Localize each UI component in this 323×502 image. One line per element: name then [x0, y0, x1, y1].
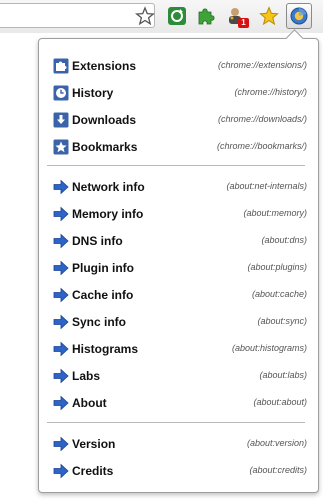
menu-item-url: (about:about) — [253, 397, 307, 407]
menu-item-label: Memory info — [72, 207, 144, 221]
gold-star-extension-icon[interactable] — [258, 5, 280, 27]
menu-item-url: (about:net-internals) — [226, 181, 307, 191]
menu-item-dns-info[interactable]: DNS info (about:dns) — [51, 231, 307, 253]
menu-item-url: (about:version) — [246, 438, 307, 448]
arrow-icon — [53, 463, 69, 479]
bookmark-star-icon[interactable] — [134, 5, 156, 27]
menu-item-about[interactable]: About (about:about) — [51, 393, 307, 415]
star-icon — [53, 139, 69, 155]
puzzle-icon — [53, 58, 69, 74]
menu-item-label: Cache info — [72, 288, 134, 302]
menu-item-url: (about:sync) — [257, 316, 307, 326]
menu-item-label: Downloads — [72, 113, 137, 127]
menu-item-url: (about:memory) — [243, 208, 307, 218]
menu-item-url: (about:dns) — [261, 235, 307, 245]
menu-item-histograms[interactable]: Histograms (about:histograms) — [51, 339, 307, 361]
arrow-icon — [53, 395, 69, 411]
menu-item-plugin-info[interactable]: Plugin info (about:plugins) — [51, 258, 307, 280]
menu-item-credits[interactable]: Credits (about:credits) — [51, 461, 307, 483]
download-icon — [53, 112, 69, 128]
menu-item-label: Network info — [72, 180, 145, 194]
menu-item-version[interactable]: Version (about:version) — [51, 434, 307, 456]
arrow-icon — [53, 233, 69, 249]
menu-item-label: Extensions — [72, 59, 137, 73]
recycle-extension-icon[interactable] — [166, 5, 188, 27]
user-badge-extension-icon[interactable]: 1 — [226, 5, 249, 28]
menu-item-label: Bookmarks — [72, 140, 138, 154]
menu-item-url: (about:labs) — [259, 370, 307, 380]
arrow-icon — [53, 179, 69, 195]
puzzle-extension-icon[interactable] — [195, 5, 217, 27]
menu-item-sync-info[interactable]: Sync info (about:sync) — [51, 312, 307, 334]
arrow-icon — [53, 260, 69, 276]
menu-item-label: DNS info — [72, 234, 123, 248]
menu-item-downloads[interactable]: Downloads (chrome://downloads/) — [51, 110, 307, 132]
browser-toolbar: 1 — [0, 0, 323, 33]
menu-item-label: Labs — [72, 369, 101, 383]
menu-item-label: History — [72, 86, 114, 100]
chrome-pages-popup: Extensions (chrome://extensions/) Histor… — [38, 29, 319, 493]
menu-item-network-info[interactable]: Network info (about:net-internals) — [51, 177, 307, 199]
menu-item-url: (chrome://bookmarks/) — [216, 141, 307, 151]
menu-item-labs[interactable]: Labs (about:labs) — [51, 366, 307, 388]
menu-item-url: (about:histograms) — [231, 343, 307, 353]
menu-item-label: Plugin info — [72, 261, 134, 275]
menu-item-url: (chrome://history/) — [234, 87, 307, 97]
clock-icon — [53, 85, 69, 101]
menu-item-label: Sync info — [72, 315, 127, 329]
menu-item-extensions[interactable]: Extensions (chrome://extensions/) — [51, 56, 307, 78]
menu-item-label: About — [72, 396, 107, 410]
menu-item-url: (chrome://extensions/) — [217, 60, 307, 70]
menu-item-url: (about:credits) — [249, 465, 307, 475]
menu-item-cache-info[interactable]: Cache info (about:cache) — [51, 285, 307, 307]
arrow-icon — [53, 206, 69, 222]
menu-item-memory-info[interactable]: Memory info (about:memory) — [51, 204, 307, 226]
menu-item-history[interactable]: History (chrome://history/) — [51, 83, 307, 105]
menu-item-bookmarks[interactable]: Bookmarks (chrome://bookmarks/) — [51, 137, 307, 159]
arrow-icon — [53, 368, 69, 384]
arrow-icon — [53, 314, 69, 330]
chrome-pages-extension-icon[interactable] — [286, 3, 312, 29]
menu-item-label: Credits — [72, 464, 114, 478]
menu-item-label: Version — [72, 437, 116, 451]
menu-item-label: Histograms — [72, 342, 139, 356]
menu-item-url: (about:plugins) — [247, 262, 307, 272]
separator — [47, 165, 305, 166]
menu-item-url: (about:cache) — [251, 289, 307, 299]
arrow-icon — [53, 341, 69, 357]
menu-item-url: (chrome://downloads/) — [217, 114, 307, 124]
address-bar[interactable] — [0, 3, 155, 28]
arrow-icon — [53, 287, 69, 303]
notification-badge: 1 — [238, 18, 249, 28]
separator — [47, 422, 305, 423]
arrow-icon — [53, 436, 69, 452]
